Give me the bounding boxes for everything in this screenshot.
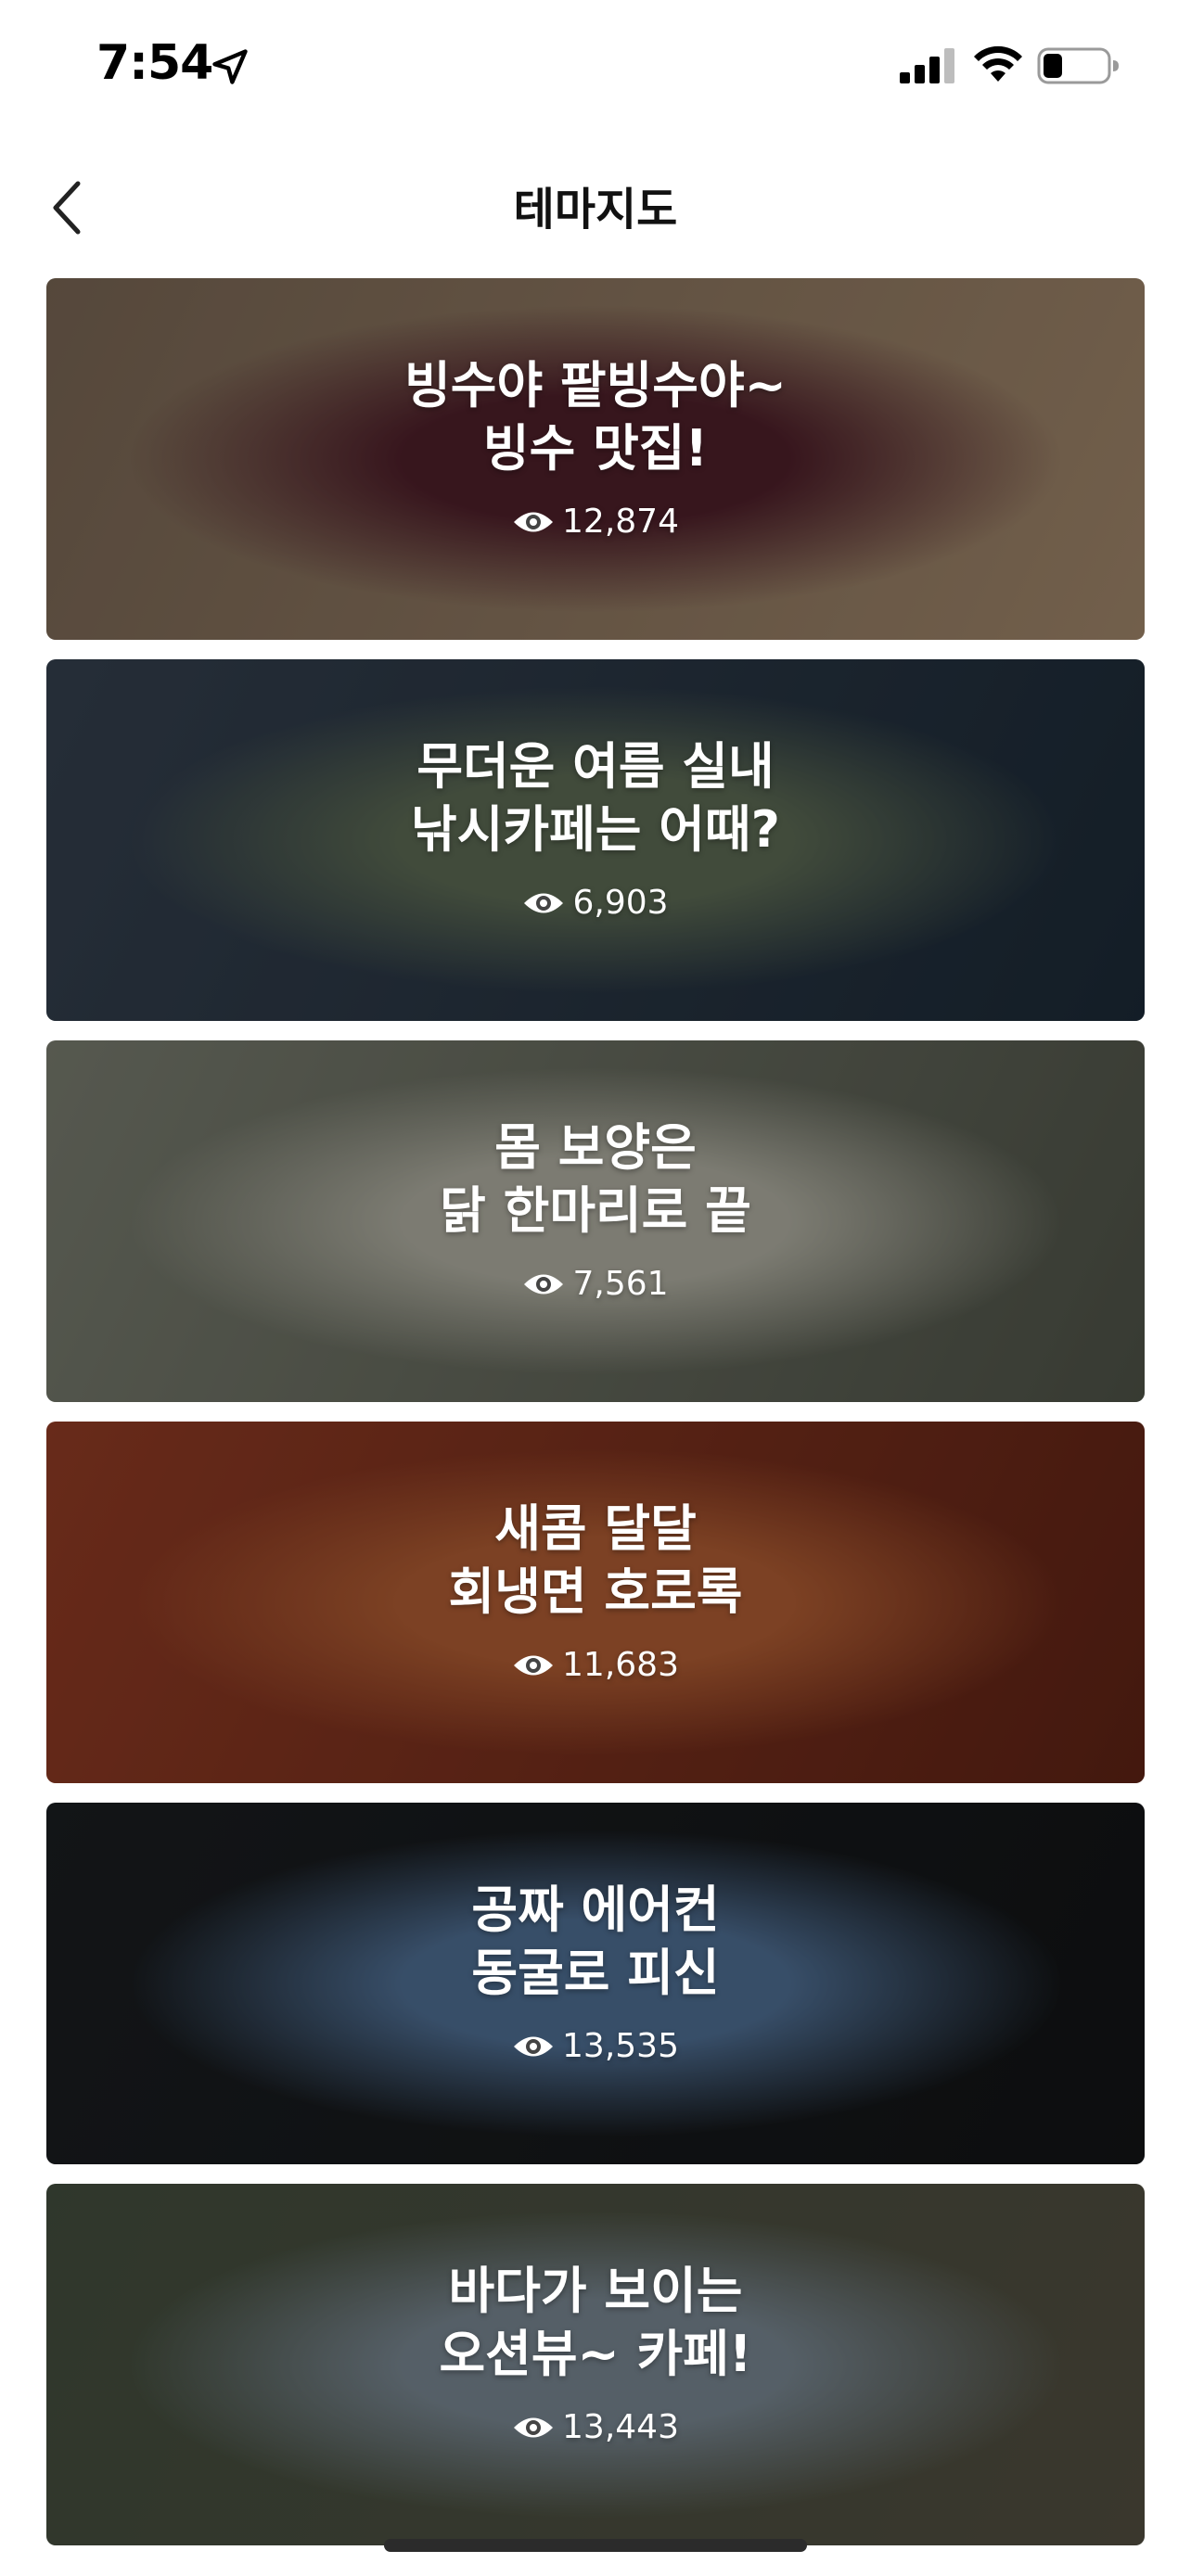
card-views: 12,874 — [512, 503, 679, 541]
card-title-line-2: 닭 한마리로 끝 — [440, 1181, 751, 1240]
card-title-line-1: 바다가 보이는 — [448, 2262, 743, 2320]
theme-card[interactable]: 새콤 달달 회냉면 호로록 11,683 — [46, 1422, 1145, 1783]
eye-icon — [524, 893, 564, 912]
eye-icon — [514, 512, 554, 531]
card-title-line-2: 회냉면 호로록 — [448, 1562, 743, 1621]
view-count: 6,903 — [572, 884, 669, 922]
battery-icon — [1037, 47, 1119, 84]
wifi-icon — [974, 45, 1022, 82]
card-title-line-2: 동굴로 피신 — [471, 1944, 720, 2002]
cellular-signal-icon — [900, 48, 954, 83]
card-title-line-2: 오션뷰~ 카페! — [439, 2325, 752, 2383]
view-count: 12,874 — [562, 503, 679, 541]
card-title-line-1: 새콤 달달 — [494, 1499, 697, 1558]
home-indicator — [384, 2539, 807, 2552]
status-bar: 7:54 — [0, 0, 1191, 130]
page-title: 테마지도 — [513, 184, 678, 236]
theme-card-list: 빙수야 팥빙수야~ 빙수 맛집! 12,874 무더운 여름 실내 낚시카페는 … — [46, 278, 1145, 2565]
eye-icon — [514, 1655, 554, 1675]
card-views: 11,683 — [512, 1646, 679, 1684]
card-title-line-1: 공짜 에어컨 — [471, 1881, 720, 1939]
nav-header: 테마지도 — [0, 148, 1191, 269]
card-views: 7,561 — [522, 1265, 669, 1303]
theme-card[interactable]: 바다가 보이는 오션뷰~ 카페! 13,443 — [46, 2184, 1145, 2545]
card-title-line-2: 빙수 맛집! — [482, 419, 709, 478]
card-views: 13,443 — [512, 2408, 679, 2446]
card-views: 6,903 — [522, 884, 669, 922]
theme-card[interactable]: 빙수야 팥빙수야~ 빙수 맛집! 12,874 — [46, 278, 1145, 640]
eye-icon — [514, 2417, 554, 2437]
card-title-line-1: 무더운 여름 실내 — [416, 737, 775, 796]
theme-card[interactable]: 무더운 여름 실내 낚시카페는 어때? 6,903 — [46, 659, 1145, 1021]
location-arrow-icon — [212, 49, 248, 84]
card-views: 13,535 — [512, 2027, 679, 2065]
theme-card[interactable]: 몸 보양은 닭 한마리로 끝 7,561 — [46, 1040, 1145, 1402]
view-count: 11,683 — [562, 1646, 679, 1684]
view-count: 7,561 — [572, 1265, 669, 1303]
view-count: 13,443 — [562, 2408, 679, 2446]
card-title-line-2: 낚시카페는 어때? — [411, 800, 780, 859]
eye-icon — [514, 2036, 554, 2056]
theme-card[interactable]: 공짜 에어컨 동굴로 피신 13,535 — [46, 1803, 1145, 2164]
view-count: 13,535 — [562, 2027, 679, 2065]
card-title-line-1: 몸 보양은 — [494, 1118, 697, 1177]
card-title-line-1: 빙수야 팥빙수야~ — [404, 356, 787, 414]
eye-icon — [524, 1274, 564, 1294]
status-time: 7:54 — [96, 35, 213, 91]
